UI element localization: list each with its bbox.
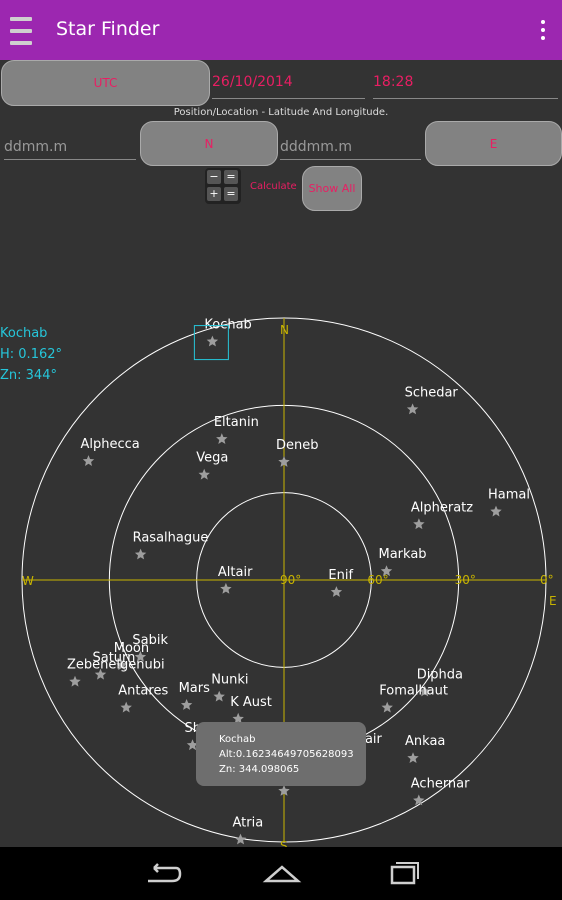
star-label: Alpheratz [411, 500, 473, 515]
star-label: K Aust [230, 695, 272, 710]
west-label: W [22, 574, 34, 588]
star-label: Deneb [276, 438, 319, 453]
star-altair[interactable]: Altair [218, 565, 253, 594]
star-label: Markab [379, 547, 427, 562]
star-label: Eltanin [214, 415, 259, 430]
star-deneb[interactable]: Deneb [276, 438, 319, 467]
equals-key: = [224, 170, 238, 184]
longitude-direction-button[interactable]: E [425, 121, 562, 166]
star-icon [213, 690, 225, 702]
star-label: Fomalhaut [379, 684, 448, 699]
star-eltanin[interactable]: Eltanin [214, 415, 259, 444]
toast-altitude: Alt:0.16234649705628093 [219, 749, 354, 760]
altitude-label-30: 30° [455, 573, 476, 587]
time-field[interactable]: 18:28 [373, 74, 558, 99]
star-icon [198, 468, 210, 480]
calculate-label[interactable]: Calculate [250, 181, 297, 192]
star-icon [406, 403, 419, 415]
show-all-button[interactable]: Show All [302, 166, 362, 211]
star-icon [120, 701, 132, 713]
star-icon [220, 582, 232, 594]
star-rasalhague[interactable]: Rasalhague [133, 531, 209, 560]
star-achernar[interactable]: Achernar [411, 777, 470, 806]
star-label: Hamal [488, 488, 530, 503]
app-title: Star Finder [56, 18, 160, 40]
star-label: Vega [196, 451, 228, 466]
star-mars[interactable]: Mars [179, 681, 211, 710]
star-k-aust[interactable]: K Aust [230, 695, 272, 724]
star-icon [206, 335, 219, 347]
star-hamal[interactable]: Hamal [488, 488, 530, 517]
calculator-icon[interactable]: − = + = [205, 168, 241, 204]
star-icon [330, 586, 343, 597]
star-zebenelgenubi[interactable]: Zebenelgenubi [67, 658, 165, 687]
star-label: Schedar [405, 385, 459, 400]
toast-star-name: Kochab [219, 734, 256, 745]
east-label: E [549, 594, 557, 608]
star-kochab[interactable]: Kochab [193, 318, 252, 361]
star-schedar[interactable]: Schedar [405, 385, 459, 415]
altitude-label-0: 0° [540, 573, 554, 587]
plus-key: + [207, 187, 221, 201]
position-label: Position/Location - Latitude And Longitu… [173, 107, 389, 118]
overflow-menu-icon[interactable] [540, 20, 546, 40]
star-label: Nunki [211, 673, 248, 688]
star-alphecca[interactable]: Alphecca [81, 437, 140, 466]
star-antares[interactable]: Antares [118, 684, 168, 713]
star-icon [490, 505, 502, 517]
star-atria[interactable]: Atria [233, 816, 264, 845]
navigation-bar [0, 847, 562, 900]
star-fomalhaut[interactable]: Fomalhaut [379, 684, 448, 713]
star-icon [234, 833, 247, 845]
star-icon [180, 699, 193, 710]
star-label: Zebenelgenubi [67, 658, 165, 673]
app-bar: Star Finder [0, 0, 562, 60]
latitude-input[interactable] [4, 135, 136, 160]
star-label: Enif [328, 568, 353, 583]
star-icon [413, 518, 425, 530]
star-label: Mars [179, 681, 211, 696]
star-markab[interactable]: Markab [379, 547, 427, 577]
star-alpheratz[interactable]: Alpheratz [411, 500, 473, 530]
star-label: Alphecca [81, 437, 140, 452]
star-icon [413, 794, 425, 806]
minus-key: − [207, 170, 221, 184]
latitude-direction-button[interactable]: N [140, 121, 278, 166]
star-label: Altair [218, 565, 253, 580]
star-label: Diphda [417, 668, 463, 683]
toast-azimuth: Zn: 344.098065 [219, 764, 300, 775]
star-icon [69, 675, 81, 687]
star-label: Ankaa [405, 734, 445, 749]
altitude-label-60: 60° [367, 573, 388, 587]
recent-apps-icon[interactable] [382, 859, 422, 889]
star-ankaa[interactable]: Ankaa [405, 734, 445, 763]
back-icon[interactable] [142, 859, 182, 889]
star-enif[interactable]: Enif [328, 568, 353, 597]
north-label: N [280, 323, 289, 337]
star-icon [82, 455, 95, 466]
timezone-button[interactable]: UTC [1, 60, 210, 106]
longitude-input[interactable] [280, 135, 421, 160]
star-icon [381, 701, 393, 713]
star-label: Achernar [411, 777, 470, 792]
star-label: Rasalhague [133, 531, 209, 546]
date-field[interactable]: 26/10/2014 [212, 74, 365, 99]
star-label: Antares [118, 684, 168, 699]
star-icon [407, 752, 419, 763]
star-icon [134, 548, 147, 560]
equals-key: = [224, 187, 238, 201]
menu-icon[interactable] [10, 17, 32, 45]
altitude-label-90: 90° [280, 573, 301, 587]
star-details-toast: Kochab Alt:0.16234649705628093 Zn: 344.0… [196, 722, 366, 786]
star-label: Atria [233, 816, 264, 831]
star-vega[interactable]: Vega [196, 451, 228, 480]
home-icon[interactable] [262, 859, 302, 889]
star-icon [216, 433, 228, 444]
